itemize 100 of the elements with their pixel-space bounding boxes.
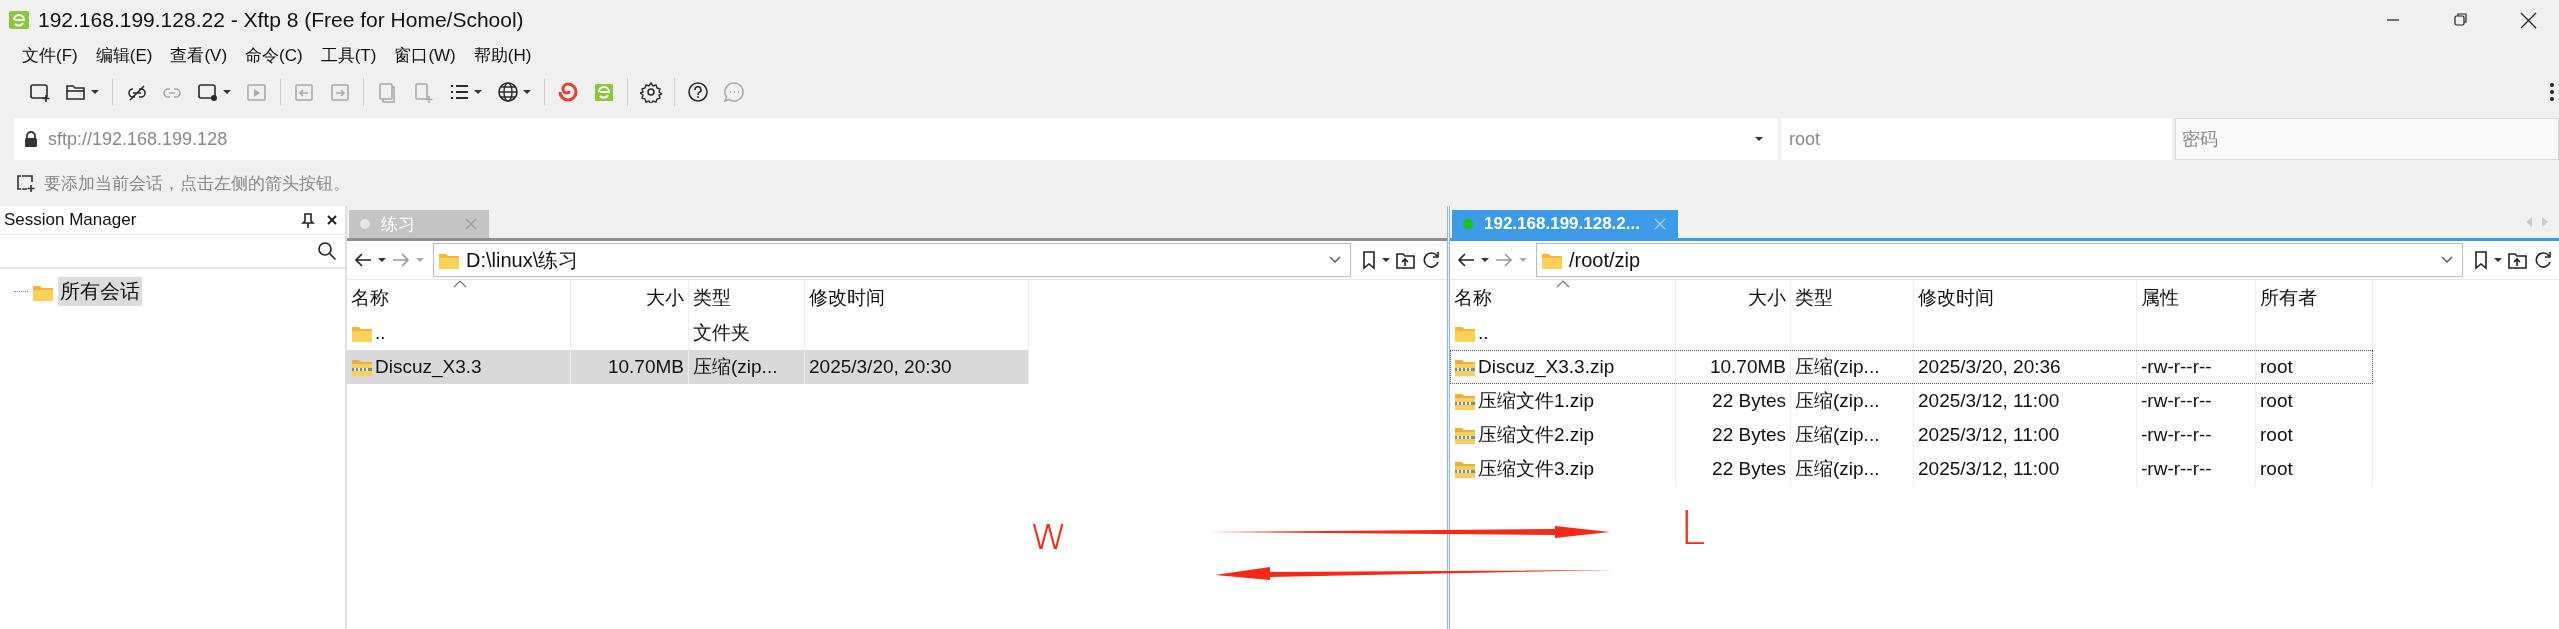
password-field[interactable]: 密码 [2175, 118, 2559, 160]
settings-icon [640, 81, 662, 103]
app-icon [8, 9, 30, 31]
menu-item[interactable]: 编辑(E) [93, 43, 155, 67]
menu-item[interactable]: 帮助(H) [471, 43, 534, 67]
table-cell: 2025/3/12, 11:00 [1918, 458, 2060, 480]
table-cell: 2025/3/20, 20:30 [809, 356, 952, 378]
copy-icon [376, 81, 398, 103]
zip-folder-icon [351, 357, 373, 377]
caret-icon[interactable] [90, 87, 100, 97]
caret-icon[interactable] [1754, 134, 1764, 144]
file-name: Discuz_X3.3 [375, 356, 482, 378]
table-cell: -rw-r--r-- [2141, 458, 2212, 480]
menu-item[interactable]: 命令(C) [243, 43, 305, 67]
column-header[interactable]: 大小 [571, 280, 689, 316]
search-icon[interactable] [317, 241, 337, 261]
table-cell: 22 Bytes [1712, 458, 1786, 480]
tree-item[interactable]: 所有会话 [58, 277, 142, 306]
caret-icon[interactable] [473, 87, 483, 97]
add-session-icon[interactable] [16, 173, 36, 193]
file-row[interactable]: 压缩文件3.zip 22 Bytes 压缩(zip... 2025/3/12, 11:00 -rw-r--r-- root [1450, 452, 2373, 486]
bookmark-icon[interactable] [2473, 250, 2489, 270]
panel-title: Session Manager [4, 210, 137, 230]
file-row[interactable]: 压缩文件2.zip 22 Bytes 压缩(zip... 2025/3/12, 11:00 -rw-r--r-- root [1450, 418, 2373, 452]
more-icon[interactable] [2549, 81, 2555, 103]
file-row[interactable]: Discuz_X3.3 10.70MB 压缩(zip... 2025/3/20, 20:30 [347, 350, 1029, 384]
table-cell-text: 压缩(zip... [1795, 457, 1880, 481]
menu-item[interactable]: 窗口(W) [392, 43, 458, 67]
caret-icon[interactable] [1381, 255, 1391, 265]
new-session-icon [29, 81, 51, 103]
column-header[interactable]: 修改时间 [1914, 280, 2137, 316]
lock-icon [24, 131, 38, 147]
help-icon [687, 81, 709, 103]
copy-plus-icon [412, 81, 434, 103]
arrow-into-box-icon [293, 81, 315, 103]
path-field[interactable]: /root/zip [1536, 243, 2463, 277]
table-cell-text: 文件夹 [693, 321, 750, 345]
caret-icon[interactable] [2493, 255, 2503, 265]
table-cell: -rw-r--r-- [2141, 390, 2212, 412]
caret-icon[interactable] [522, 87, 532, 97]
window-title: 192.168.199.128.22 - Xftp 8 (Free for Home/School) [38, 8, 524, 32]
handwritten-letter: L [1680, 501, 1706, 555]
menu-item[interactable]: 工具(T) [318, 43, 379, 67]
table-cell: 2025/3/12, 11:00 [1918, 424, 2060, 446]
table-cell: 22 Bytes [1712, 390, 1786, 412]
file-name: 压缩文件3.zip [1478, 457, 1595, 481]
table-cell: -rw-r--r-- [2141, 424, 2212, 446]
caret-icon[interactable] [222, 87, 232, 97]
column-header[interactable]: 属性 [2137, 280, 2256, 316]
column-header[interactable]: 修改时间 [805, 280, 1029, 316]
column-header[interactable]: 名称 [1450, 280, 1676, 316]
column-header[interactable]: 所有者 [2256, 280, 2373, 316]
refresh-icon[interactable] [1421, 250, 1441, 270]
swirl-icon [557, 81, 579, 103]
file-row[interactable]: Discuz_X3.3.zip 10.70MB 压缩(zip... 2025/3/20, 20:36 -rw-r--r-- root [1450, 350, 2373, 384]
path-field[interactable]: D:\linux\练习 [433, 243, 1351, 277]
address-field[interactable]: sftp://192.168.199.128 [14, 118, 1778, 160]
table-cell-text: 压缩(zip... [1795, 389, 1880, 413]
username-field[interactable]: root [1781, 118, 2172, 160]
column-header[interactable]: 大小 [1676, 280, 1791, 316]
zip-folder-icon [1454, 425, 1476, 445]
file-row[interactable]: .. [1450, 316, 2373, 350]
column-header[interactable]: 类型 [689, 280, 805, 316]
play-icon [246, 81, 268, 103]
chat-icon [723, 81, 745, 103]
globe-icon [497, 81, 519, 103]
zip-folder-icon [1454, 459, 1476, 479]
menu-item[interactable]: 文件(F) [20, 43, 80, 67]
app-icon [593, 81, 615, 103]
chevron-down-icon[interactable] [1328, 255, 1342, 265]
table-cell: root [2260, 390, 2293, 412]
table-cell: root [2260, 424, 2293, 446]
file-name: .. [375, 322, 386, 344]
zip-folder-icon [1454, 391, 1476, 411]
table-cell: -rw-r--r-- [2141, 356, 2212, 378]
bookmark-icon[interactable] [1361, 250, 1377, 270]
refresh-icon[interactable] [2533, 250, 2553, 270]
table-cell: root [2260, 356, 2293, 378]
table-cell-text: 压缩(zip... [1795, 355, 1880, 379]
folder-up-icon[interactable] [1395, 250, 1417, 270]
menu-item[interactable]: 查看(V) [168, 43, 230, 67]
file-name: 压缩文件1.zip [1478, 389, 1595, 413]
hint-text: 要添加当前会话，点击左侧的箭头按钮。 [44, 172, 350, 195]
column-header[interactable]: 类型 [1791, 280, 1914, 316]
caret-icon[interactable] [1480, 255, 1490, 265]
table-cell-text: 压缩(zip... [1795, 423, 1880, 447]
table-cell: 10.70MB [607, 356, 684, 378]
file-row[interactable]: 压缩文件1.zip 22 Bytes 压缩(zip... 2025/3/12, 11:00 -rw-r--r-- root [1450, 384, 2373, 418]
caret-icon[interactable] [377, 255, 387, 265]
table-cell: root [2260, 458, 2293, 480]
arrow-into-box-icon [329, 81, 351, 103]
folder-up-icon[interactable] [2507, 250, 2529, 270]
table-cell: 10.70MB [1709, 356, 1786, 378]
table-cell: 2025/3/12, 11:00 [1918, 390, 2060, 412]
column-header[interactable]: 名称 [347, 280, 571, 316]
table-cell: 2025/3/20, 20:36 [1918, 356, 2061, 378]
pin-icon[interactable] [301, 212, 315, 228]
chevron-down-icon[interactable] [2440, 255, 2454, 265]
handwritten-letter: w [1030, 506, 1068, 560]
file-name: Discuz_X3.3.zip [1478, 356, 1615, 378]
